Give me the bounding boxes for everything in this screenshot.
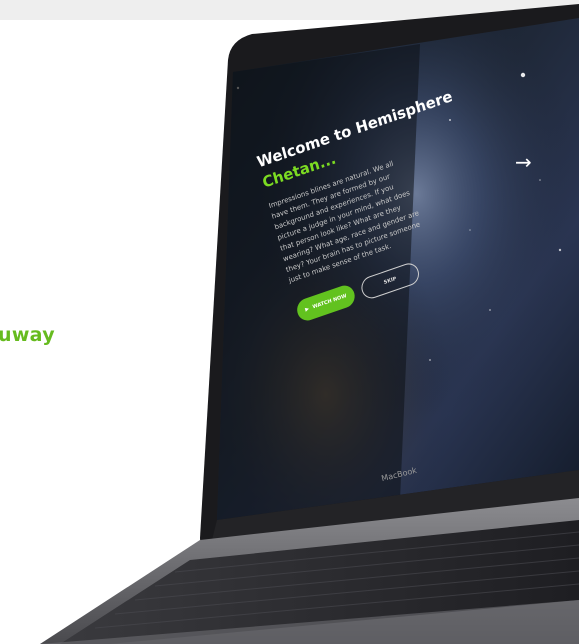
skip-label: SKIP — [383, 275, 398, 286]
welcome-panel: Welcome to Hemisphere Chetan... Impressi… — [255, 87, 495, 324]
skip-button[interactable]: SKIP — [358, 260, 422, 302]
watch-now-button[interactable]: ▶ WATCH NOW — [294, 282, 358, 324]
arrow-right-icon[interactable]: → — [515, 150, 532, 174]
screen-content: Welcome to Hemisphere Chetan... Impressi… — [0, 0, 579, 644]
watch-now-label: WATCH NOW — [311, 293, 348, 311]
device-label: MacBook — [380, 465, 418, 484]
play-icon: ▶ — [304, 305, 310, 314]
